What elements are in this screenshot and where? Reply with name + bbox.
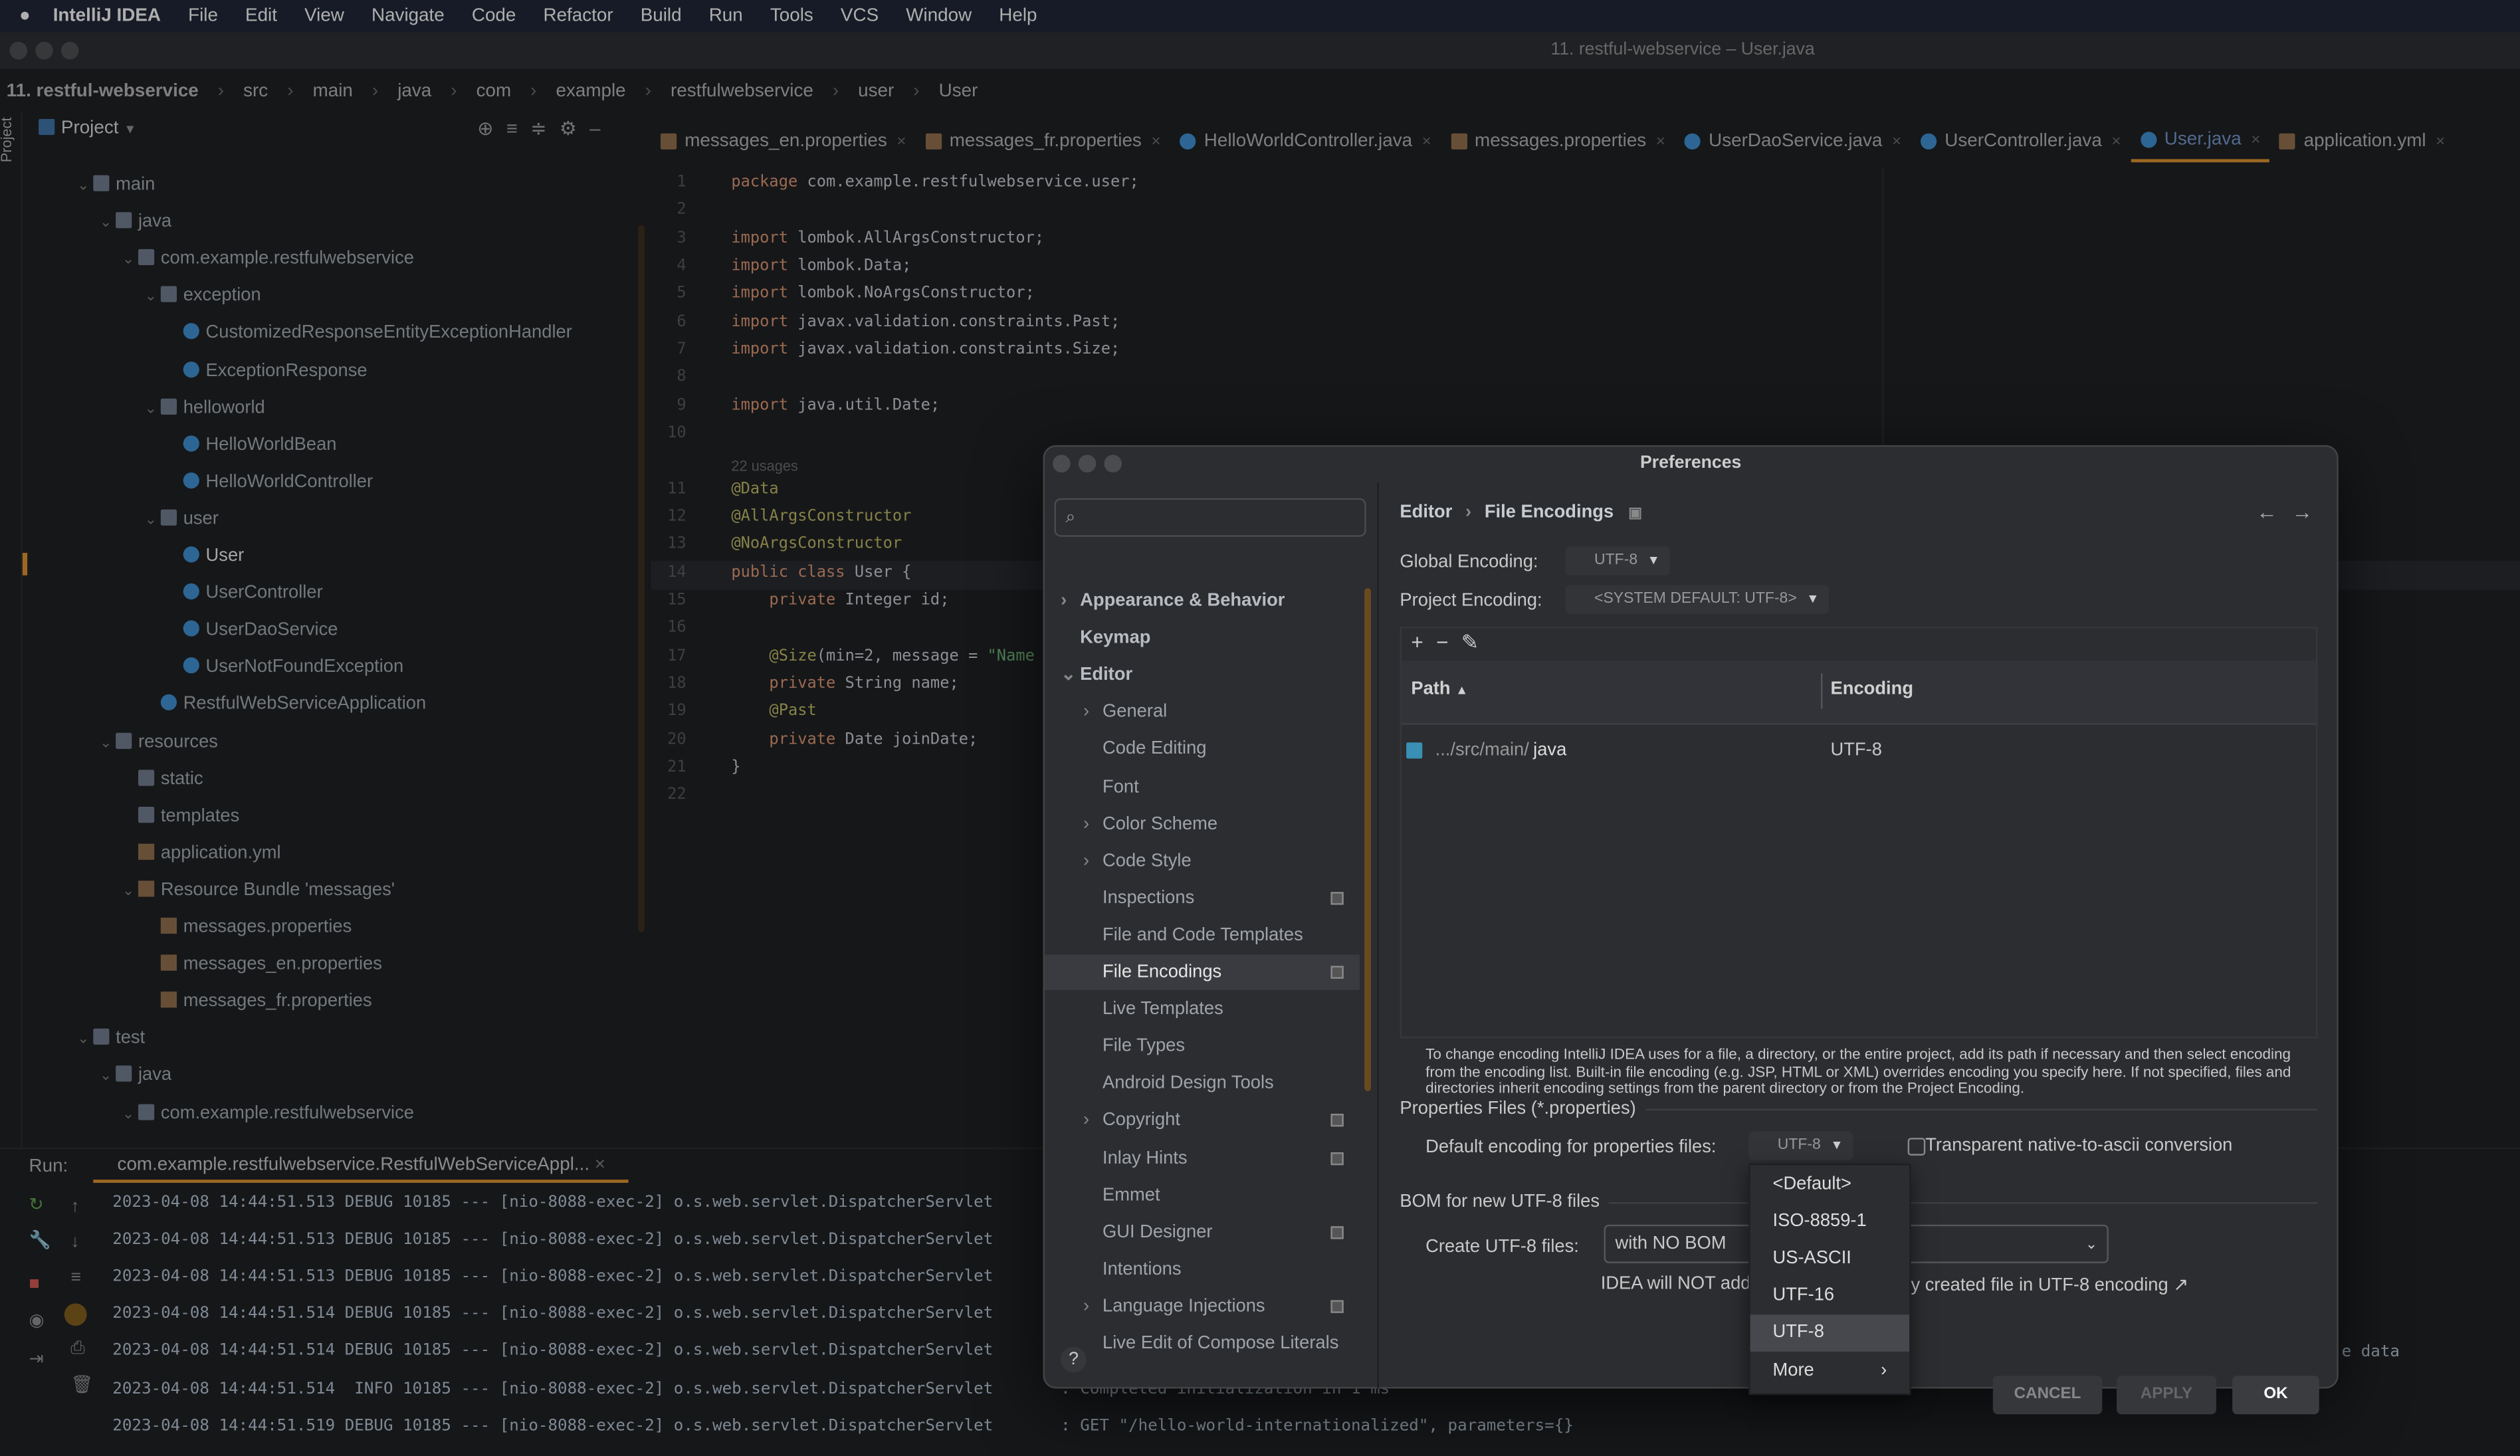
dropdown-option[interactable]: More › xyxy=(1750,1352,1909,1390)
search-icon: ⌕ xyxy=(1065,508,1076,528)
settings-nav: ⌕ › Appearance & Behavior Keymap ⌄ Editor › Ge… xyxy=(1044,482,1379,1389)
remove-icon[interactable]: − xyxy=(1436,630,1461,654)
settings-nav-item[interactable]: File and Code Templates xyxy=(1045,918,1360,953)
transparent-ascii-label[interactable]: Transparent native-to-ascii conversion xyxy=(1925,1136,2232,1156)
dropdown-option[interactable]: US-ASCII xyxy=(1750,1241,1909,1278)
sort-asc-icon: ▲ xyxy=(1455,682,1469,698)
bom-note-link[interactable]: y created file in UTF-8 encoding ↗ xyxy=(1911,1275,2188,1295)
back-arrow-icon[interactable]: ← xyxy=(2256,500,2277,524)
settings-nav-item[interactable]: Font xyxy=(1045,769,1360,804)
dropdown-option[interactable]: UTF-8 xyxy=(1750,1315,1910,1352)
cancel-button[interactable]: CANCEL xyxy=(1992,1376,2103,1415)
global-encoding-select[interactable]: UTF-8 xyxy=(1565,546,1670,575)
dropdown-option[interactable]: <Default> xyxy=(1750,1167,1909,1204)
project-scope-icon xyxy=(1330,1225,1344,1239)
chevron-right-icon: › xyxy=(1083,1297,1090,1316)
table-header: Path ▲ Encoding xyxy=(1401,660,2316,725)
nav-scrollbar[interactable] xyxy=(1364,588,1371,1092)
encoding-help-text: To change encoding IntelliJ IDEA uses fo… xyxy=(1425,1046,2291,1096)
properties-encoding-label: Default encoding for properties files: xyxy=(1425,1138,1717,1158)
settings-nav-item[interactable]: › General xyxy=(1045,694,1360,730)
global-encoding-label: Global Encoding: xyxy=(1400,552,1538,572)
chevron-right-icon: › xyxy=(1083,702,1090,722)
settings-breadcrumb: Editor › File Encodings ▣ xyxy=(1400,502,1642,522)
help-button[interactable]: ? xyxy=(1061,1346,1087,1373)
apply-button[interactable]: APPLY xyxy=(2117,1376,2216,1415)
project-scope-icon xyxy=(1330,1114,1344,1128)
settings-nav-item[interactable]: Android Design Tools xyxy=(1045,1066,1360,1101)
project-scope-icon xyxy=(1330,966,1344,979)
settings-nav-item[interactable]: Intentions xyxy=(1045,1251,1360,1287)
bom-label: Create UTF-8 files: xyxy=(1425,1237,1579,1257)
dialog-title: Preferences xyxy=(1639,453,1742,473)
project-scope-icon xyxy=(1330,1300,1344,1313)
project-scope-icon xyxy=(1330,891,1344,905)
settings-nav-item[interactable]: File Types xyxy=(1045,1029,1360,1064)
settings-nav-item[interactable]: Emmet xyxy=(1045,1178,1360,1213)
encoding-dropdown-list: <Default> ISO-8859-1 US-ASCII UTF-16 UTF-8 Mo… xyxy=(1748,1163,1911,1396)
preferences-dialog: Preferences ⌕ › Appearance & Behavior Keym… xyxy=(1043,445,2339,1415)
settings-nav-item[interactable]: GUI Designer xyxy=(1045,1215,1360,1250)
properties-encoding-select[interactable]: UTF-8 xyxy=(1748,1131,1853,1161)
edit-icon[interactable]: ✎ xyxy=(1461,630,1492,654)
settings-nav-item[interactable]: Inlay Hints xyxy=(1045,1140,1360,1176)
bom-note: IDEA will NOT add xyxy=(1600,1274,1751,1294)
add-icon[interactable]: + xyxy=(1411,630,1436,654)
chevron-right-icon: › xyxy=(1083,814,1090,834)
chevron-right-icon: › xyxy=(1083,851,1090,871)
table-toolbar: +−✎ xyxy=(1411,630,1491,656)
project-scope-icon xyxy=(1330,1151,1344,1165)
project-encoding-label: Project Encoding: xyxy=(1400,591,1542,611)
dropdown-option[interactable]: UTF-16 xyxy=(1750,1278,1909,1315)
settings-nav-item[interactable]: Inspections xyxy=(1045,881,1360,916)
settings-nav-item[interactable]: Live Templates xyxy=(1045,991,1360,1027)
chevron-down-icon: ⌄ xyxy=(2085,1235,2098,1252)
project-scope-icon: ▣ xyxy=(1628,504,1642,521)
settings-search-input[interactable]: ⌕ xyxy=(1054,498,1366,537)
chevron-down-icon: ⌄ xyxy=(1061,665,1077,685)
column-path[interactable]: Path ▲ xyxy=(1411,680,1468,699)
project-encoding-select[interactable]: <SYSTEM DEFAULT: UTF-8> xyxy=(1565,585,1829,614)
settings-nav-item[interactable]: Code Editing xyxy=(1045,732,1360,767)
folder-icon xyxy=(1406,742,1423,759)
close-dialog-button[interactable] xyxy=(1053,455,1071,473)
settings-nav-item[interactable]: Live Edit of Compose Literals xyxy=(1045,1326,1360,1361)
minimize-dialog-button[interactable] xyxy=(1078,455,1097,473)
table-row[interactable]: .../src/main/ java UTF-8 xyxy=(1402,738,2316,767)
settings-nav-item[interactable]: › Language Injections xyxy=(1045,1289,1360,1324)
settings-nav-item[interactable]: › Appearance & Behavior xyxy=(1045,583,1360,619)
settings-nav-item[interactable]: › Copyright xyxy=(1045,1103,1360,1138)
dropdown-option[interactable]: ISO-8859-1 xyxy=(1750,1204,1909,1241)
maximize-dialog-button[interactable] xyxy=(1104,455,1122,473)
settings-nav-item[interactable]: › Color Scheme xyxy=(1045,806,1360,841)
properties-section: Properties Files (*.properties) xyxy=(1400,1099,2318,1118)
settings-nav-item[interactable]: › Code Style xyxy=(1045,843,1360,879)
column-encoding[interactable]: Encoding xyxy=(1831,680,1913,699)
encoding-table: +−✎ Path ▲ Encoding .../src/main/ java U… xyxy=(1400,627,2318,1039)
chevron-right-icon: › xyxy=(1083,1111,1090,1131)
chevron-right-icon: › xyxy=(1061,591,1067,611)
settings-nav-item[interactable]: Keymap xyxy=(1045,621,1360,656)
settings-nav-item[interactable]: File Encodings xyxy=(1044,954,1360,990)
transparent-ascii-checkbox[interactable] xyxy=(1907,1138,1926,1156)
forward-arrow-icon[interactable]: → xyxy=(2292,500,2313,524)
chevron-right-icon: › xyxy=(1881,1360,1887,1380)
ok-button[interactable]: OK xyxy=(2232,1376,2319,1415)
settings-nav-item[interactable]: ⌄ Editor xyxy=(1045,658,1360,693)
